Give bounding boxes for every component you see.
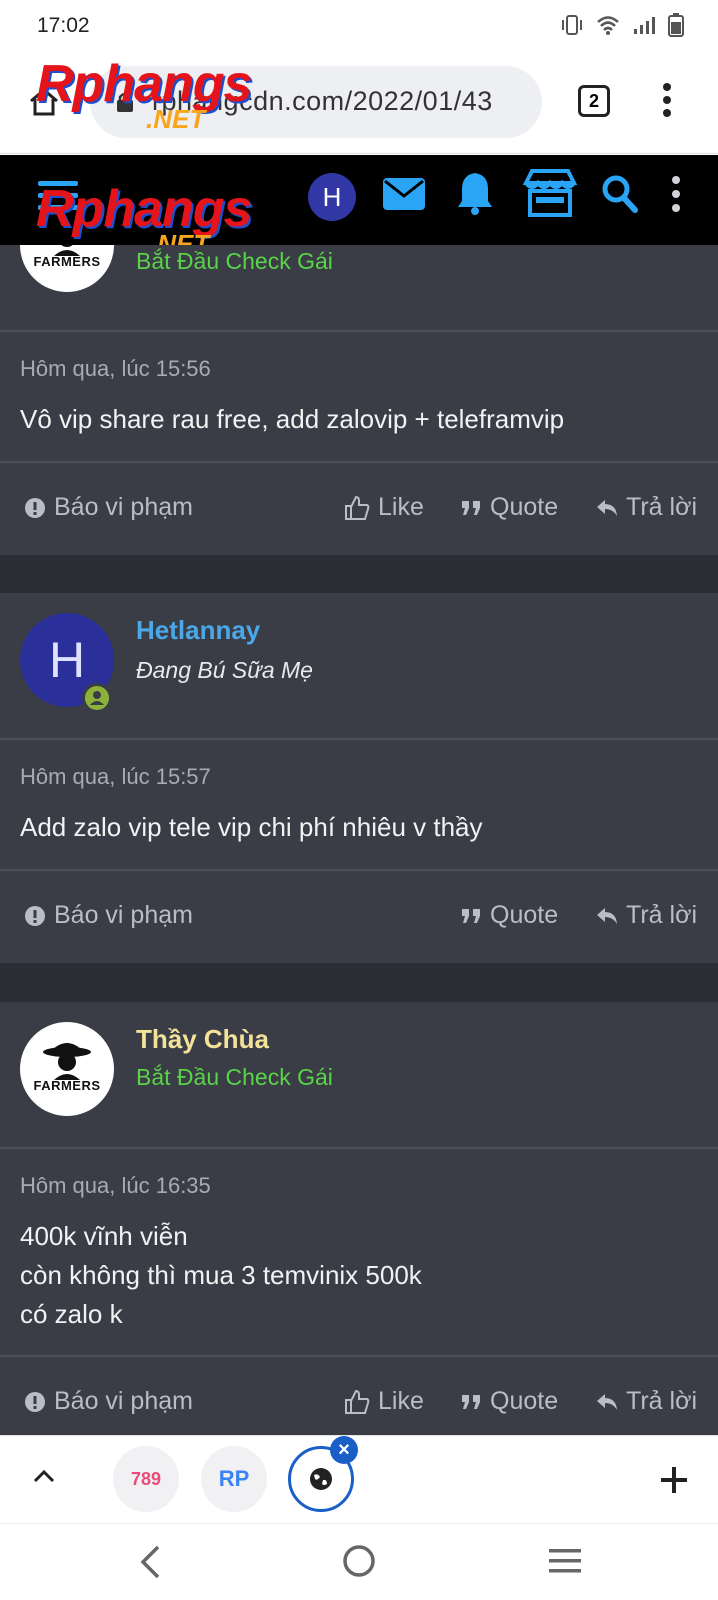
tab-label: 789 [130,1469,162,1489]
post-footer: Báo vi phạm Quote Trả lời [0,871,718,963]
reply-button[interactable]: Trả lời [596,493,697,522]
thumbs-up-icon [345,1389,370,1414]
user-title: Đang Bú Sữa Mẹ [136,657,313,683]
post-header: FARMERS Thầy Chùa Bắt Đầu Check Gái [0,1002,718,1149]
site-header: Rphangs .NET H [0,155,718,259]
quote-label: Quote [490,1387,559,1415]
report-label: Báo vi phạm [54,1387,193,1415]
chevron-up-icon[interactable] [32,1468,56,1484]
status-time: 17:02 [37,14,90,37]
browser-address-bar: rphangcdn.com/2022/01/43 Rphangs .NET 2 [0,52,718,154]
like-button[interactable]: Like [344,1387,424,1416]
post-message-line: Add zalo vip tele vip chi phí nhiêu v th… [20,812,483,842]
more-vert-icon[interactable] [660,82,674,118]
post-timestamp[interactable]: Hôm qua, lúc 16:35 [20,1173,211,1199]
report-label: Báo vi phạm [54,901,193,929]
search-icon[interactable] [602,175,638,213]
reply-icon [597,907,617,924]
quote-label: Quote [490,493,559,521]
reply-icon [597,499,617,516]
like-label: Like [378,1387,424,1415]
post-header: H Hetlannay Đang Bú Sữa Mẹ [0,593,718,740]
quote-button[interactable]: Quote [460,493,558,522]
signal-icon [634,17,655,34]
reply-label: Trả lời [626,901,698,929]
post-message-line: có zalo k [20,1299,123,1329]
report-label: Báo vi phạm [54,493,193,521]
user-title: Bắt Đầu Check Gái [136,248,333,274]
tab-label: RP [218,1466,250,1491]
browser-tab-strip: 789 RP × [0,1435,718,1523]
report-button[interactable]: Báo vi phạm [24,493,193,522]
reply-label: Trả lời [626,493,698,521]
avatar-label: FARMERS [33,254,101,269]
username[interactable]: Hetlannay [136,615,260,646]
post-footer: Báo vi phạm Like Quote Trả lời [0,1357,718,1435]
reply-button[interactable]: Trả lời [596,1387,697,1416]
reply-label: Trả lời [626,1387,698,1415]
recents-icon[interactable] [548,1546,582,1576]
store-icon[interactable] [522,169,578,217]
thumbs-up-icon [345,495,370,520]
close-tab-button[interactable]: × [330,1436,358,1464]
like-button[interactable]: Like [344,493,424,522]
avatar[interactable]: FARMERS [20,245,114,292]
globe-icon [310,1468,332,1490]
post-timestamp[interactable]: Hôm qua, lúc 15:56 [20,356,211,382]
vibrate-icon [562,15,582,35]
battery-icon [668,13,684,37]
report-button[interactable]: Báo vi phạm [24,901,193,930]
bell-icon[interactable] [456,171,494,215]
post-header: FARMERS Bắt Đầu Check Gái [0,245,718,332]
alert-icon [25,905,45,926]
site-logo[interactable]: Rphangs [36,179,252,239]
back-icon[interactable] [138,1544,162,1580]
wifi-icon [597,16,619,35]
tab-789[interactable]: 789 [113,1446,179,1512]
avatar[interactable]: FARMERS [20,1022,114,1116]
farmers-logo-icon [43,1043,91,1080]
quote-label: Quote [490,901,559,929]
quote-icon [462,500,480,515]
online-status-icon [82,683,112,713]
quote-button[interactable]: Quote [460,901,558,930]
user-title: Bắt Đầu Check Gái [136,1064,333,1090]
quote-icon [462,1394,480,1409]
status-bar: 17:02 [0,0,718,52]
more-vert-icon[interactable] [670,175,682,213]
tab-switcher-button[interactable]: 2 [578,85,610,117]
status-icons [560,13,684,37]
report-button[interactable]: Báo vi phạm [24,1387,193,1416]
thread-content: FARMERS Bắt Đầu Check Gái Hôm qua, lúc 1… [0,245,718,1435]
post-message-line: 400k vĩnh viễn [20,1221,188,1251]
reply-button[interactable]: Trả lời [596,901,697,930]
tab-rp[interactable]: RP [201,1446,267,1512]
logo-wordmark-overlay: Rphangs [36,55,252,113]
reply-icon [597,1393,617,1410]
quote-icon [462,908,480,923]
like-label: Like [378,493,424,521]
post-body: Hôm qua, lúc 15:57 Add zalo vip tele vip… [0,740,718,871]
user-avatar[interactable]: H [308,173,356,221]
avatar-label: FARMERS [33,1078,101,1093]
alert-icon [25,497,45,518]
post-message-line: còn không thì mua 3 temvinix 500k [20,1260,422,1290]
username[interactable]: Thầy Chùa [136,1024,269,1055]
quote-button[interactable]: Quote [460,1387,558,1416]
add-tab-icon[interactable] [660,1466,688,1494]
post-timestamp[interactable]: Hôm qua, lúc 15:57 [20,764,211,790]
system-nav-bar [0,1523,718,1600]
post-message-line: Vô vip share rau free, add zalovip + tel… [20,404,565,434]
logo-net-overlay: .NET [146,104,206,134]
post-body: Hôm qua, lúc 16:35 400k vĩnh viễn còn kh… [0,1149,718,1357]
post-body: Hôm qua, lúc 15:56 Vô vip share rau free… [0,332,718,463]
home-circle-icon[interactable] [342,1544,376,1578]
mail-icon[interactable] [382,177,426,211]
post-footer: Báo vi phạm Like Quote Trả lời [0,463,718,555]
alert-icon [25,1391,45,1412]
